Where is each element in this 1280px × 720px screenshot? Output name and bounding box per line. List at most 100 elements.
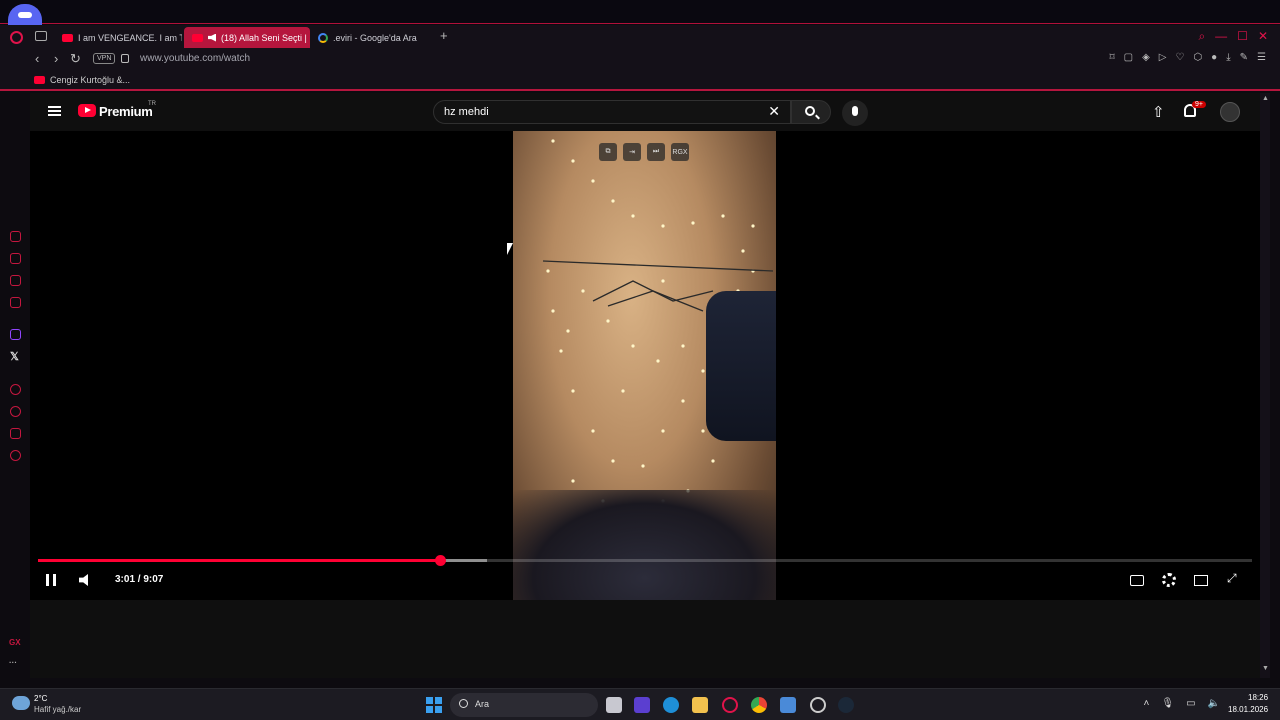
twitch-icon[interactable] — [10, 329, 21, 340]
page-scrollbar[interactable]: ▲ ▼ — [1260, 93, 1270, 678]
close-icon[interactable]: ✕ — [1258, 29, 1268, 44]
tab-allah-seni-secti[interactable]: (18) Allah Seni Seçti | I — [184, 27, 310, 48]
bookmark-label: Cengiz Kurtoğlu &... — [50, 75, 131, 85]
messenger-icon[interactable] — [10, 275, 21, 286]
settings-gear-icon[interactable] — [1162, 573, 1176, 587]
youtube-favicon-icon — [34, 76, 45, 84]
video-player[interactable]: ⧉ ⇥ ⏭ RGX 3:01 / 9:07 ⤢ — [30, 131, 1260, 600]
profile-icon[interactable]: ● — [1211, 52, 1217, 63]
windows-start-icon[interactable] — [426, 697, 442, 713]
network-icon[interactable]: ▭ — [1186, 698, 1195, 709]
steam-icon[interactable] — [838, 697, 854, 713]
copilot-icon[interactable] — [634, 697, 650, 713]
extension-icons: ⌑ ▢ ◈ ▷ ♡ ⬡ ● ⤓ ✎ ☰ — [1109, 52, 1266, 63]
maximize-icon[interactable]: ☐ — [1237, 29, 1248, 44]
pip-icon[interactable]: ⧉ — [599, 143, 617, 161]
x-twitter-icon[interactable]: 𝕏 — [10, 350, 19, 363]
youtube-logo-icon[interactable] — [78, 104, 96, 117]
player-overlay-buttons: ⧉ ⇥ ⏭ RGX — [599, 143, 689, 161]
download-icon[interactable]: ⤓ — [1226, 52, 1230, 63]
gx-corner-icon[interactable] — [10, 297, 21, 308]
ai-icon[interactable]: ✎ — [1240, 52, 1248, 63]
clock-icon[interactable] — [10, 406, 21, 417]
subtitles-icon[interactable] — [1130, 575, 1144, 586]
scroll-up-icon[interactable]: ▲ — [1262, 95, 1269, 102]
forward-icon[interactable]: › — [54, 51, 58, 66]
lock-icon[interactable] — [121, 54, 129, 63]
youtube-favicon-icon — [192, 33, 203, 42]
tab-label: .eviri - Google'da Ara — [333, 32, 417, 43]
vpn-badge[interactable]: VPN — [93, 53, 116, 64]
bookmark-icon[interactable]: ⌑ — [1109, 52, 1114, 63]
window-controls: ⌕ — ☐ ✕ — [1198, 29, 1268, 44]
avatar[interactable] — [1220, 102, 1240, 122]
tab-bar: I am VENGEANCE. I am TH (18) Allah Seni … — [0, 25, 1280, 49]
settings-icon[interactable] — [10, 450, 21, 461]
play-icon[interactable]: ▷ — [1159, 52, 1167, 63]
rgx-button[interactable]: RGX — [671, 143, 689, 161]
url-field[interactable]: www.youtube.com/watch — [140, 53, 250, 64]
back-icon[interactable]: ‹ — [35, 51, 39, 66]
task-view-icon[interactable] — [606, 697, 622, 713]
player-icon[interactable] — [10, 384, 21, 395]
fullscreen-icon[interactable]: ⤢ — [1227, 571, 1237, 586]
video-frame[interactable]: ⧉ ⇥ ⏭ RGX — [513, 131, 776, 600]
volume-icon[interactable] — [79, 574, 88, 586]
discord-icon[interactable] — [8, 4, 42, 26]
app-icon[interactable] — [810, 697, 826, 713]
extensions-icon[interactable]: ⬡ — [1193, 52, 1202, 63]
menu-icon[interactable]: ☰ — [1257, 52, 1266, 63]
edge-icon[interactable] — [663, 697, 679, 713]
youtube-page: Premium TR hz mehdi ✕ ⇧ 9+ ⧉ ⇥ ⏭ RGX 3:0… — [30, 93, 1260, 678]
speaker-icon[interactable]: 🔈 — [1208, 698, 1220, 709]
taskbar-search[interactable]: Ara — [450, 693, 598, 717]
address-bar: ‹ › ↻ VPN www.youtube.com/watch ⌑ ▢ ◈ ▷ … — [0, 49, 1280, 71]
theater-mode-icon[interactable] — [1194, 575, 1208, 586]
chevron-up-icon[interactable]: ˄ — [1144, 698, 1150, 709]
scroll-down-icon[interactable]: ▼ — [1262, 665, 1269, 672]
progress-scrubber[interactable] — [434, 555, 446, 566]
microphone-icon[interactable]: 🎙 — [1161, 698, 1174, 709]
bookmarks-bar: Cengiz Kurtoğlu &... — [0, 71, 1280, 91]
clear-search-icon[interactable]: ✕ — [768, 103, 780, 120]
reload-icon[interactable]: ↻ — [70, 51, 81, 67]
store-icon[interactable] — [780, 697, 796, 713]
next-icon[interactable]: ⏭ — [647, 143, 665, 161]
voice-search-icon[interactable] — [842, 100, 868, 126]
pause-icon[interactable] — [46, 574, 56, 586]
search-input[interactable]: hz mehdi ✕ — [433, 100, 791, 124]
search-tabs-icon[interactable]: ⌕ — [1198, 29, 1205, 44]
gx-control-icon[interactable] — [10, 253, 21, 264]
shield-icon[interactable]: ◈ — [1142, 52, 1150, 63]
weather-icon[interactable] — [12, 696, 30, 710]
opera-gx-icon[interactable] — [722, 697, 738, 713]
time-display: 3:01 / 9:07 — [115, 574, 164, 585]
heart-icon[interactable]: ♡ — [1175, 52, 1184, 63]
hamburger-menu-icon[interactable] — [48, 106, 61, 116]
search-button[interactable] — [791, 100, 831, 124]
popout-icon[interactable]: ⇥ — [623, 143, 641, 161]
youtube-favicon-icon — [62, 33, 73, 42]
file-explorer-icon[interactable] — [692, 697, 708, 713]
progress-bar[interactable] — [38, 555, 1252, 566]
speaker-icon[interactable] — [208, 33, 216, 42]
tab-manager-icon[interactable] — [35, 31, 47, 41]
gx-logo-icon[interactable]: GX — [9, 638, 21, 647]
below-player-area — [30, 600, 1260, 678]
snapshot-icon[interactable]: ▢ — [1124, 52, 1133, 63]
tab-google-search[interactable]: .eviri - Google'da Ara — [310, 27, 434, 48]
new-tab-button[interactable]: + — [440, 28, 448, 43]
upload-icon[interactable]: ⇧ — [1152, 103, 1165, 121]
tab-label: (18) Allah Seni Seçti | I — [221, 32, 310, 43]
bookmark-item[interactable]: Cengiz Kurtoğlu &... — [34, 75, 130, 85]
more-icon[interactable]: ··· — [9, 658, 17, 667]
youtube-premium-label[interactable]: Premium — [99, 104, 153, 119]
minimize-icon[interactable]: — — [1215, 29, 1227, 44]
chrome-icon[interactable] — [751, 697, 767, 713]
tab-vengeance[interactable]: I am VENGEANCE. I am TH — [54, 27, 182, 48]
clock-time[interactable]: 18:26 — [1248, 693, 1268, 702]
history-icon[interactable] — [10, 231, 21, 242]
opera-logo-icon[interactable] — [10, 31, 23, 44]
extensions-sidebar-icon[interactable] — [10, 428, 21, 439]
clock-date[interactable]: 18.01.2026 — [1228, 705, 1268, 714]
